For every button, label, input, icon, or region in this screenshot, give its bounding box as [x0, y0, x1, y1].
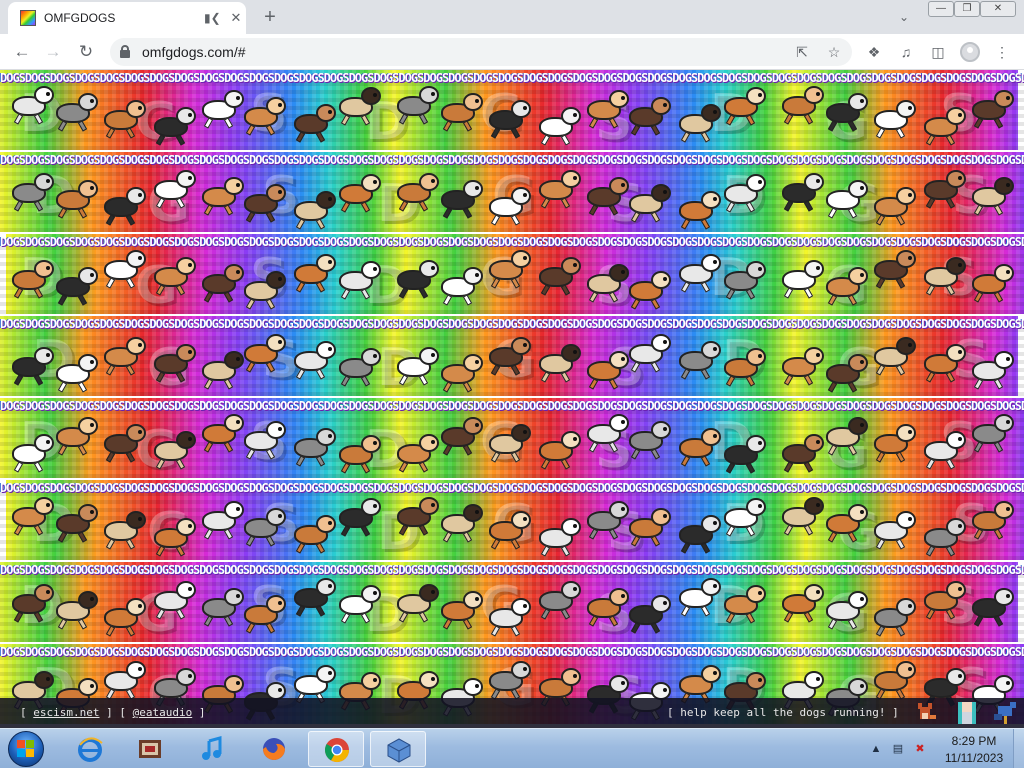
show-desktop-button[interactable] [1013, 729, 1024, 768]
dog-band: DOGSDOGSDOGSDOGSDOGSDOGSDOGSDOGSDOGSDOGS… [0, 480, 1024, 562]
url-text[interactable]: omfgdogs.com/# [142, 44, 246, 60]
bracket-open-2: [ [119, 706, 126, 719]
lock-icon[interactable] [120, 45, 130, 58]
speaker-icon[interactable]: ▮❮ [204, 10, 221, 26]
media-center-icon[interactable] [122, 731, 178, 767]
media-control-icon[interactable]: ♫ [896, 42, 916, 62]
start-orb-icon[interactable] [4, 730, 48, 768]
footer-links: [ escism.net ] [ @eataudio ] [20, 706, 205, 719]
close-tab-icon[interactable]: ✕ [228, 10, 244, 26]
side-panel-icon[interactable]: ◫ [928, 42, 948, 62]
tab-search-chevron-icon[interactable]: ⌄ [893, 7, 915, 27]
dog-band: DOGSDOGSDOGSDOGSDOGSDOGSDOGSDOGSDOGSDOGS… [0, 562, 1024, 644]
fox-character-icon[interactable] [912, 701, 938, 725]
tab-title: OMFGDOGS [44, 11, 116, 25]
clock-date[interactable]: 11/11/2023 [939, 751, 1009, 765]
dog-band: DOGSDOGSDOGSDOGSDOGSDOGSDOGSDOGSDOGSDOGS… [0, 234, 1024, 316]
footer-tagline[interactable]: [ help keep all the dogs running! ] [667, 706, 899, 719]
miku-character-icon[interactable] [952, 700, 982, 726]
browser-toolbar: ← → ↻ omfgdogs.com/# ⇱ ☆ ❖ ♫ ◫ ⋮ [0, 34, 1024, 70]
footer-bar: [ escism.net ] [ @eataudio ] [ help keep… [0, 698, 1024, 728]
bracket-open: [ [20, 706, 27, 719]
volume-muted-icon[interactable]: ✖ [912, 741, 928, 757]
back-arrow-icon[interactable]: ← [9, 39, 35, 65]
bracket-close-2: ] [198, 706, 206, 719]
dog-animation-area[interactable]: DOGSDOGSDOGSDOGSDOGSDOGSDOGSDOGSDOGSDOGS… [0, 70, 1024, 728]
firefox-icon[interactable] [246, 731, 302, 767]
virtualbox-icon[interactable] [370, 731, 426, 767]
bird-character-icon[interactable] [990, 700, 1020, 726]
dog-band: DOGSDOGSDOGSDOGSDOGSDOGSDOGSDOGSDOGSDOGS… [0, 152, 1024, 234]
share-icon[interactable]: ⇱ [792, 42, 812, 62]
dog-band: DOGSDOGSDOGSDOGSDOGSDOGSDOGSDOGSDOGSDOGS… [0, 70, 1024, 152]
itunes-icon[interactable] [184, 731, 240, 767]
forward-arrow-icon[interactable]: → [40, 39, 66, 65]
clock-time[interactable]: 8:29 PM [944, 734, 1004, 748]
bracket-close: ] [106, 706, 113, 719]
menu-kebab-icon[interactable]: ⋮ [992, 42, 1012, 62]
show-hidden-icons-icon[interactable]: ▲ [868, 741, 884, 757]
address-bar[interactable]: omfgdogs.com/# ⇱ ☆ [110, 38, 852, 66]
dog-band: DOGSDOGSDOGSDOGSDOGSDOGSDOGSDOGSDOGSDOGS… [0, 398, 1024, 480]
chrome-icon[interactable] [308, 731, 364, 767]
windows-taskbar: ▲ ▤ ✖ 8:29 PM 11/11/2023 [0, 728, 1024, 768]
tab-strip: OMFGDOGS ▮❮ ✕ + ⌄ — ❐ ✕ [0, 0, 1024, 34]
restore-icon[interactable]: ❐ [954, 1, 980, 17]
new-tab-button[interactable]: + [258, 5, 282, 29]
minimize-icon[interactable]: — [928, 1, 954, 17]
extensions-puzzle-icon[interactable]: ❖ [864, 42, 884, 62]
network-icon[interactable]: ▤ [890, 741, 906, 757]
tab-omfgdogs[interactable]: OMFGDOGS ▮❮ ✕ [8, 2, 246, 34]
reload-icon[interactable]: ↻ [73, 39, 99, 65]
internet-explorer-icon[interactable] [62, 731, 118, 767]
escism-link[interactable]: escism.net [33, 706, 99, 719]
bookmark-star-icon[interactable]: ☆ [824, 42, 844, 62]
omfgdogs-favicon-icon [20, 10, 36, 26]
eataudio-link[interactable]: @eataudio [133, 706, 193, 719]
profile-icon[interactable] [960, 42, 980, 62]
close-icon[interactable]: ✕ [980, 1, 1016, 17]
dog-band: DOGSDOGSDOGSDOGSDOGSDOGSDOGSDOGSDOGSDOGS… [0, 316, 1024, 398]
